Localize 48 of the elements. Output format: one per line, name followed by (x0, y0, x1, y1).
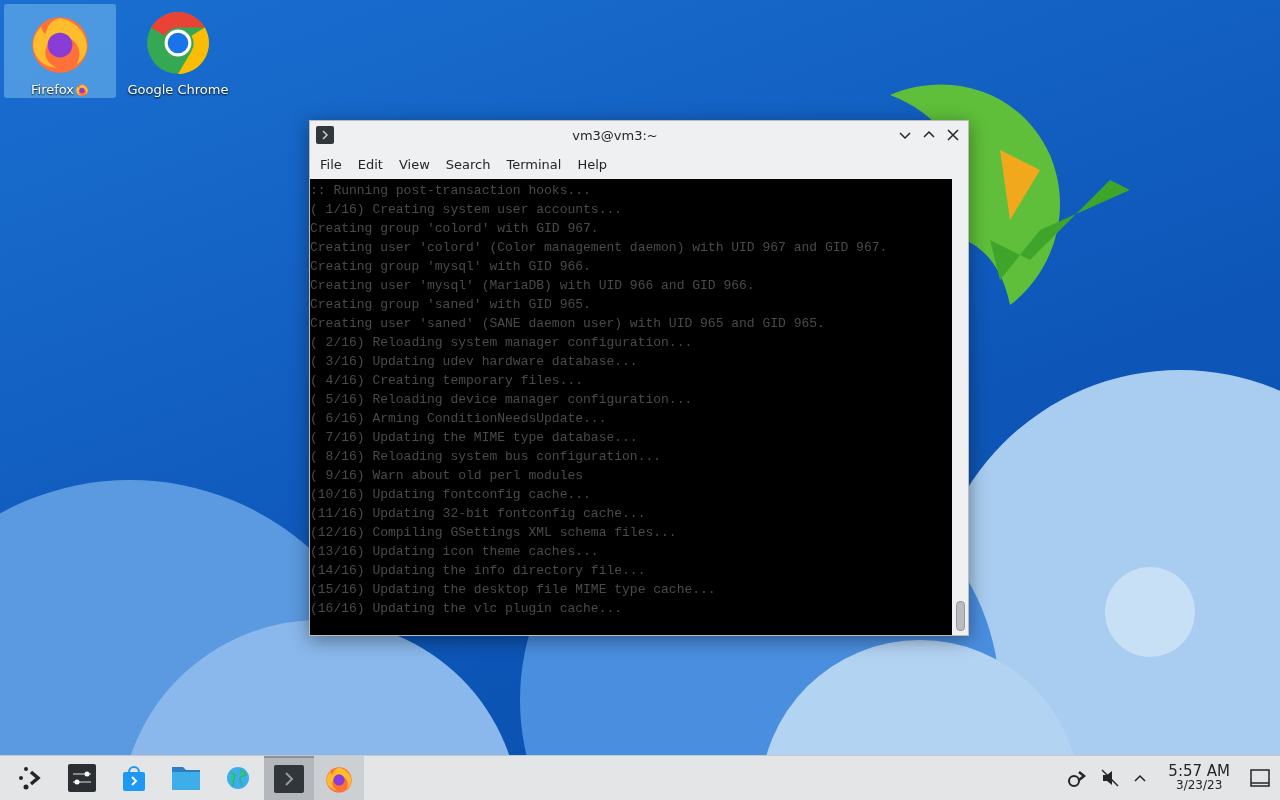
shortcut-label: Firefox (31, 82, 74, 97)
desktop-shortcut[interactable]: Google Chrome (122, 4, 234, 98)
task-button[interactable] (314, 756, 364, 800)
terminal-line: Creating user 'colord' (Color management daemon) with UID 967 and GID 967. (310, 239, 889, 257)
terminal-line: (12/16) Compiling GSettings XML schema files... (310, 524, 678, 542)
terminal-line: ( 9/16) Warn about old perl modules (310, 467, 585, 485)
terminal-line: :: Running post-transaction hooks... (310, 182, 592, 200)
sliders-icon[interactable] (68, 764, 96, 792)
clock-time: 5:57 AM (1168, 764, 1230, 778)
shortcut-label: Google Chrome (127, 82, 229, 97)
firefox-icon (324, 764, 354, 794)
clock[interactable]: 5:57 AM 3/23/23 (1160, 764, 1238, 792)
terminal-line: (11/16) Updating 32-bit fontconfig cache... (310, 505, 647, 523)
scrollbar[interactable] (952, 179, 968, 635)
terminal-line: Creating user 'saned' (SANE daemon user) with UID 965 and GID 965. (310, 315, 826, 333)
clock-date: 3/23/23 (1176, 778, 1223, 792)
terminal-line: (13/16) Updating icon theme caches... (310, 543, 600, 561)
muted-speaker-icon[interactable] (1100, 768, 1121, 788)
terminal-line: Creating group 'colord' with GID 967. (310, 220, 600, 238)
chrome-icon (145, 10, 211, 76)
terminal-line: Creating group 'saned' with GID 965. (310, 296, 592, 314)
terminal-line: (14/16) Updating the info directory file... (310, 562, 647, 580)
menu-item[interactable]: View (390, 152, 438, 176)
menu-item[interactable]: Terminal (498, 152, 570, 176)
terminal-line: ( 1/16) Creating system user accounts... (310, 201, 624, 219)
menu-item[interactable]: Help (569, 152, 616, 176)
terminal-line: ( 5/16) Reloading device manager configuration... (310, 391, 694, 409)
terminal-line: ( 2/16) Reloading system manager configuration... (310, 334, 694, 352)
task-button[interactable] (264, 756, 314, 800)
terminal-line: Creating user 'mysql' (MariaDB) with UID 966 and GID 966. (310, 277, 756, 295)
terminal-line: ( 4/16) Creating temporary files... (310, 372, 585, 390)
menu-item[interactable]: File (312, 152, 350, 176)
window-title: vm3@vm3:~ (571, 127, 659, 143)
terminal-icon (274, 765, 304, 793)
terminal-line: (15/16) Updating the desktop file MIME type cache... (310, 581, 717, 599)
menu-item[interactable]: Edit (349, 152, 391, 176)
terminal-line: ( 6/16) Arming ConditionNeedsUpdate... (310, 410, 608, 428)
terminal-line: ( 7/16) Updating the MIME type database... (310, 429, 639, 447)
show-desktop-icon[interactable] (1250, 769, 1270, 787)
terminal-line: ( 8/16) Reloading system bus configuration... (310, 448, 663, 466)
terminal-line: Creating group 'mysql' with GID 966. (310, 258, 592, 276)
shopping-bag-icon[interactable] (120, 764, 148, 792)
terminal-line: (16/16) Updating the vlc plugin cache... (310, 600, 624, 618)
terminal-icon (316, 126, 334, 144)
folder-icon[interactable] (171, 764, 201, 792)
terminal-line: (10/16) Updating fontconfig cache... (310, 486, 592, 504)
menu-item[interactable]: Search (437, 152, 499, 176)
terminal-line: ( 3/16) Updating udev hardware database... (310, 353, 639, 371)
